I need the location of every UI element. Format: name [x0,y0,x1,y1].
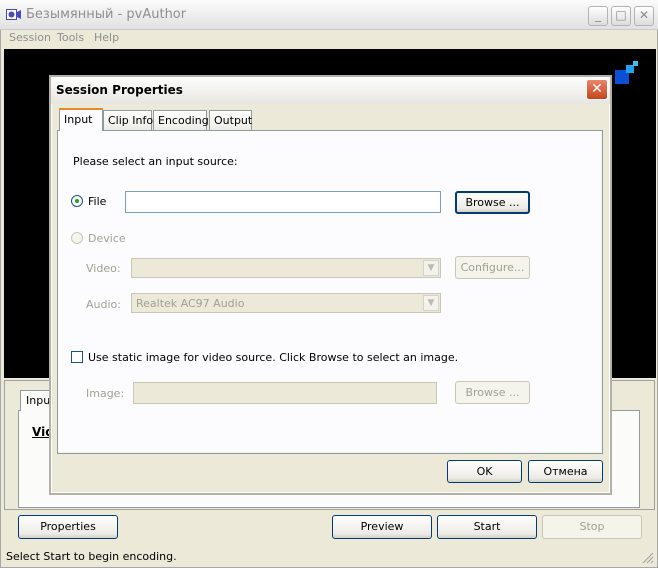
camera-icon [6,9,21,20]
window-title: Безымянный - pvAuthor [26,7,187,22]
device-label: Device [88,232,126,245]
close-button[interactable]: ✕ [634,6,654,26]
stop-button[interactable]: Stop [542,515,642,539]
start-button[interactable]: Start [437,515,537,539]
properties-button[interactable]: Properties [18,515,118,539]
maximize-button[interactable]: □ [611,6,631,26]
file-label: File [88,195,107,208]
input-source-prompt: Please select an input source: [73,155,238,168]
tab-clip-info[interactable]: Clip Info [103,110,153,130]
video-label: Video: [86,262,121,275]
menu-session[interactable]: Session [9,31,51,44]
squares-logo-icon [615,61,638,84]
browse-button[interactable]: Browse ... [455,191,530,214]
chevron-down-icon[interactable]: ▼ [423,260,439,276]
static-image-checkbox[interactable] [71,351,83,363]
dialog-close-button[interactable]: ✕ [586,79,608,100]
dialog-title: Session Properties [56,83,183,97]
tab-page-input [57,130,603,454]
minimize-button[interactable]: _ [588,6,608,26]
ok-button[interactable]: OK [447,460,522,483]
image-browse-button[interactable]: Browse ... [455,381,530,404]
status-text: Select Start to begin encoding. [6,550,177,563]
video-combo[interactable]: ▼ [131,258,441,278]
image-label: Image: [86,387,125,400]
tab-encoding[interactable]: Encoding [153,110,209,130]
tab-output[interactable]: Output [209,110,252,130]
preview-button[interactable]: Preview [332,515,432,539]
menu-tools[interactable]: Tools [57,31,84,44]
audio-combo-value: Realtek AC97 Audio [136,297,245,310]
menu-bar: Session Tools Help [0,30,658,48]
configure-button[interactable]: Configure... [455,256,530,279]
chevron-down-icon[interactable]: ▼ [423,295,439,311]
image-path-input[interactable] [133,382,437,404]
audio-label: Audio: [86,298,121,311]
audio-combo[interactable]: Realtek AC97 Audio ▼ [131,293,441,313]
file-radio[interactable] [71,195,83,207]
cancel-button[interactable]: Отмена [528,460,603,483]
resize-grip-icon[interactable] [642,552,654,564]
menu-help[interactable]: Help [94,31,119,44]
radio-selected-dot [75,199,79,203]
file-path-input[interactable] [125,191,441,213]
tab-input[interactable]: Input [59,108,103,131]
static-image-label: Use static image for video source. Click… [88,351,459,364]
device-radio[interactable] [71,232,83,244]
